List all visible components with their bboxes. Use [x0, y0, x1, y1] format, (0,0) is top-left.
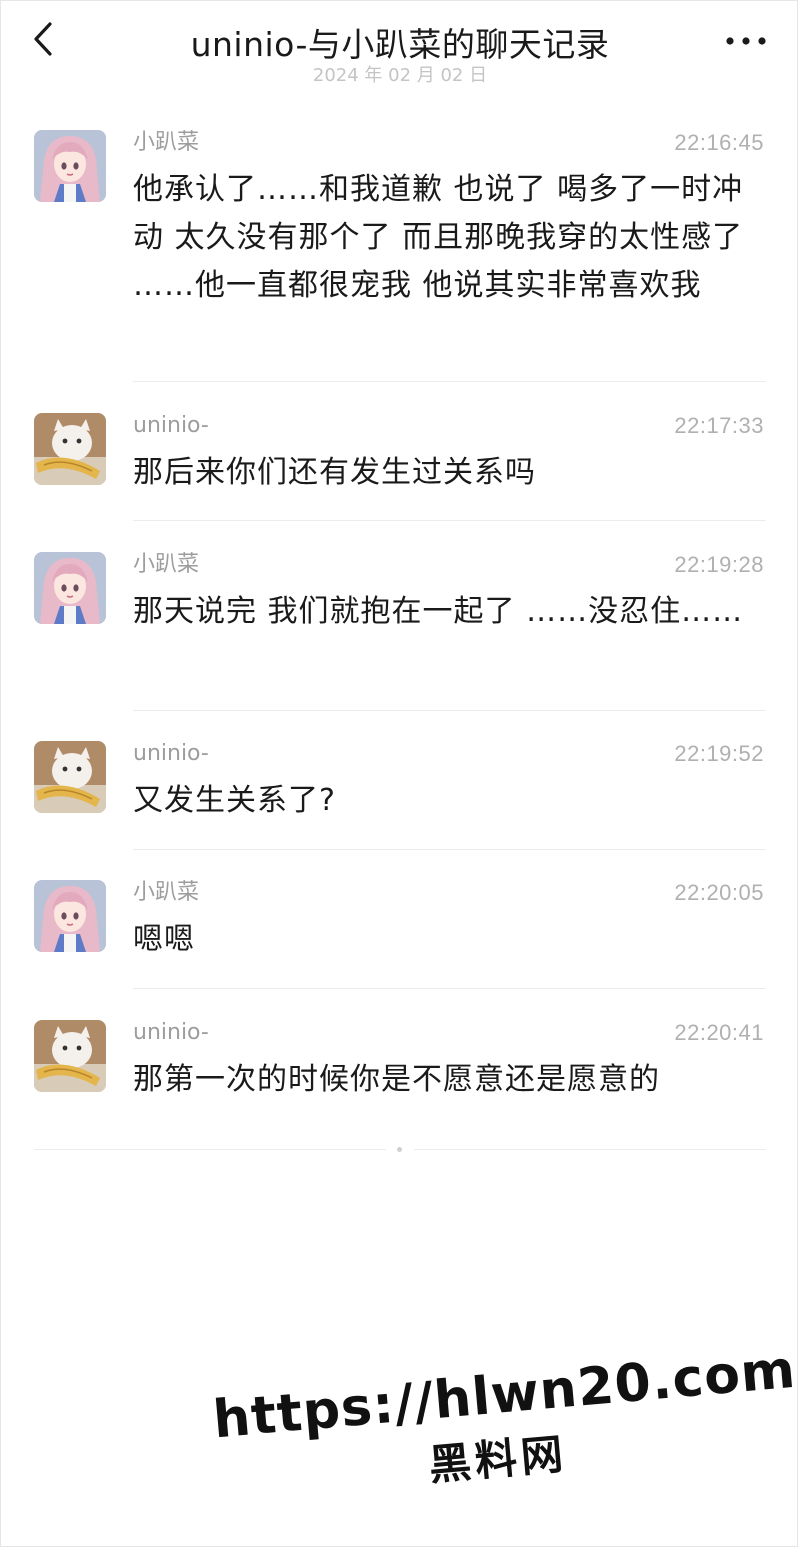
- white-cat-avatar[interactable]: [34, 741, 106, 813]
- message-divider: [133, 849, 766, 850]
- message-time: 22:20:41: [674, 1020, 764, 1045]
- divider-dot: [397, 1147, 402, 1152]
- sender-name: uninio-: [133, 741, 209, 766]
- sender-name: 小趴菜: [133, 880, 200, 905]
- message-time: 22:19:28: [674, 552, 764, 577]
- white-cat-avatar[interactable]: [34, 1020, 106, 1092]
- sender-name: uninio-: [133, 1020, 209, 1045]
- message-divider: [133, 520, 766, 521]
- message-divider: [133, 381, 766, 382]
- divider-line-right: [414, 1149, 766, 1150]
- message-time: 22:19:52: [674, 741, 764, 766]
- anime-girl-avatar[interactable]: [34, 130, 106, 202]
- message-divider: [133, 710, 766, 711]
- message-text: 又发生关系了?: [133, 783, 336, 818]
- end-of-record-divider: [34, 1147, 766, 1152]
- message-text: 那后来你们还有发生过关系吗: [133, 455, 536, 490]
- message-text: 那天说完 我们就抱在一起了 ……没忍住……: [133, 594, 744, 629]
- anime-girl-avatar[interactable]: [34, 552, 106, 624]
- sender-name: 小趴菜: [133, 552, 200, 577]
- white-cat-avatar[interactable]: [34, 413, 106, 485]
- chevron-left-icon: [34, 22, 52, 56]
- more-horizontal-icon: [726, 37, 766, 45]
- more-button[interactable]: [722, 24, 770, 58]
- message-text: 他承认了……和我道歉 也说了 喝多了一时冲动 太久没有那个了 而且那晚我穿的太性…: [133, 172, 744, 303]
- back-button[interactable]: [22, 18, 66, 62]
- message-divider: [133, 988, 766, 989]
- message-time: 22:17:33: [674, 413, 764, 438]
- message-text: 那第一次的时候你是不愿意还是愿意的: [133, 1062, 660, 1097]
- message-time: 22:16:45: [674, 130, 764, 155]
- page-title: uninio-与小趴菜的聊天记录: [190, 25, 610, 64]
- divider-line-left: [34, 1149, 386, 1150]
- record-date: 2024 年 02 月 02 日: [312, 65, 488, 86]
- sender-name: uninio-: [133, 413, 209, 438]
- anime-girl-avatar[interactable]: [34, 880, 106, 952]
- sender-name: 小趴菜: [133, 130, 200, 155]
- message-text: 嗯嗯: [133, 922, 195, 957]
- chat-record-header: uninio-与小趴菜的聊天记录 2024 年 02 月 02 日: [0, 0, 800, 95]
- message-time: 22:20:05: [674, 880, 764, 905]
